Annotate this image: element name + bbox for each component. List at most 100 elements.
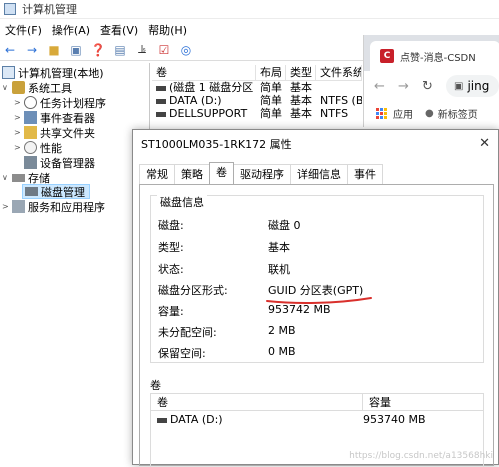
chevron-right-icon[interactable]: > — [14, 128, 24, 137]
shared-folder-icon — [24, 126, 37, 139]
reload-icon[interactable]: ↻ — [422, 79, 440, 94]
chevron-right-icon[interactable]: > — [2, 202, 12, 211]
table-cell: 简单 — [260, 94, 282, 107]
navigation-tree: 计算机管理(本地) ∨ 系统工具 > 任务计划程序 > 事件查看器 > 共享文件… — [0, 63, 150, 465]
disk-management-icon — [25, 187, 38, 196]
clock-icon — [24, 96, 37, 109]
back-icon[interactable]: ← — [374, 79, 392, 94]
tab-driver[interactable]: 驱动程序 — [233, 164, 291, 184]
field-label: 磁盘: — [158, 219, 184, 232]
browser-tab[interactable]: C 点赞-消息-CSDN — [370, 41, 499, 71]
browser-tab-title: 点赞-消息-CSDN — [400, 52, 476, 64]
tree-label: 磁盘管理 — [41, 185, 85, 199]
field-label: 保留空间: — [158, 347, 206, 360]
tree-item-performance[interactable]: > 性能 — [14, 140, 62, 155]
menu-help[interactable]: 帮助(H) — [143, 22, 192, 38]
field-value: 联机 — [268, 263, 290, 276]
table-row[interactable]: DATA (D:) 简单 基本 NTFS (BitL — [152, 94, 362, 107]
tab-events[interactable]: 事件 — [347, 164, 383, 184]
table-cell: DELLSUPPORT — [169, 107, 248, 120]
watermark: https://blog.csdn.net/a13568hki — [349, 451, 493, 461]
drive-icon — [157, 417, 167, 423]
menu-file[interactable]: 文件(F) — [0, 22, 47, 38]
device-manager-icon — [24, 156, 37, 169]
disk-info-group-title: 磁盘信息 — [157, 194, 207, 210]
dialog-tabs: 常规 策略 卷 驱动程序 详细信息 事件 — [139, 162, 383, 184]
browser-tabstrip: C 点赞-消息-CSDN — [364, 35, 499, 71]
drive-icon — [156, 98, 166, 104]
bookmark-apps[interactable]: 应用 — [393, 106, 413, 121]
column-header-volume[interactable]: 卷 — [152, 65, 256, 80]
bookmark-new-tab[interactable]: 新标签页 — [438, 106, 478, 121]
table-cell: 基本 — [290, 94, 312, 107]
field-label: 类型: — [158, 241, 184, 254]
tree-item-root[interactable]: 计算机管理(本地) — [2, 65, 104, 80]
apps-grid-icon — [376, 107, 387, 119]
tree-label: 服务和应用程序 — [28, 200, 105, 214]
forward-arrow-icon[interactable]: → — [24, 42, 40, 58]
menu-view[interactable]: 查看(V) — [95, 22, 143, 38]
tab-volumes[interactable]: 卷 — [209, 162, 234, 184]
tree-label: 计算机管理(本地) — [18, 66, 104, 80]
zoom-icon[interactable]: ◎ — [178, 42, 194, 58]
computer-icon — [2, 66, 15, 79]
chevron-down-icon[interactable]: ∨ — [2, 173, 12, 182]
column-header-filesystem[interactable]: 文件系统 — [316, 65, 362, 80]
tree-item-device-manager[interactable]: 设备管理器 — [24, 155, 95, 170]
tab-general[interactable]: 常规 — [139, 164, 175, 184]
address-bar[interactable]: ▣ jing — [446, 75, 499, 97]
column-header-layout[interactable]: 布局 — [256, 65, 286, 80]
tree-item-shared-folders[interactable]: > 共享文件夹 — [14, 125, 95, 140]
forward-icon[interactable]: → — [398, 79, 416, 94]
window-title: 计算机管理 — [22, 3, 77, 16]
tree-item-event-viewer[interactable]: > 事件查看器 — [14, 110, 95, 125]
close-icon[interactable]: ✕ — [479, 136, 490, 151]
drive-icon — [156, 85, 166, 91]
dialog-titlebar: ST1000LM035-1RK172 属性 ✕ — [133, 130, 498, 158]
check-icon[interactable]: ☑ — [156, 42, 172, 58]
dialog-title: ST1000LM035-1RK172 属性 — [141, 138, 292, 151]
bookmarks-bar: 应用 ● 新标签页 — [364, 101, 499, 125]
field-value: 2 MB — [268, 324, 296, 337]
column-header-volume[interactable]: 卷 — [151, 394, 363, 410]
window-titlebar: 计算机管理 — [0, 0, 499, 19]
field-label: 状态: — [158, 263, 184, 276]
help-icon[interactable]: ❓ — [90, 42, 106, 58]
csdn-favicon-icon: C — [380, 49, 394, 63]
red-annotation-underline — [266, 297, 372, 304]
tree-item-system-tools[interactable]: ∨ 系统工具 — [2, 80, 72, 95]
tree-label: 系统工具 — [28, 81, 72, 95]
show-hide-tree-icon[interactable]: ▣ — [68, 42, 84, 58]
menu-action[interactable]: 操作(A) — [47, 22, 95, 38]
chevron-down-icon[interactable]: ∨ — [2, 83, 12, 92]
table-row[interactable]: (磁盘 1 磁盘分区 1) 简单 基本 — [152, 81, 362, 94]
table-cell — [316, 81, 362, 94]
chevron-right-icon[interactable]: > — [14, 143, 24, 152]
table-cell: NTFS — [320, 107, 349, 120]
properties-icon[interactable]: ▤ — [112, 42, 128, 58]
volumes-section-label: 卷 — [150, 379, 161, 392]
table-cell: NTFS (BitL — [320, 94, 362, 107]
up-folder-icon[interactable]: ■ — [46, 42, 62, 58]
table-row[interactable]: DELLSUPPORT 简单 基本 NTFS — [152, 107, 362, 120]
tree-item-disk-management[interactable]: 磁盘管理 — [22, 184, 90, 199]
volume-table-header: 卷 布局 类型 文件系统 — [152, 65, 362, 81]
table-cell: DATA (D:) — [169, 94, 222, 107]
tree-item-services-apps[interactable]: > 服务和应用程序 — [2, 199, 105, 214]
back-arrow-icon[interactable]: ← — [2, 42, 18, 58]
chevron-right-icon[interactable]: > — [14, 113, 24, 122]
performance-icon — [24, 141, 37, 154]
column-header-capacity[interactable]: 容量 — [363, 394, 483, 410]
list-item[interactable]: DATA (D:) 953740 MB — [151, 411, 483, 428]
tab-details[interactable]: 详细信息 — [290, 164, 348, 184]
chevron-right-icon[interactable]: > — [14, 98, 24, 107]
tree-item-task-scheduler[interactable]: > 任务计划程序 — [14, 95, 106, 110]
tools-icon — [12, 81, 25, 94]
table-cell: (磁盘 1 磁盘分区 1) — [169, 81, 256, 94]
connect-icon[interactable]: ⫡ — [134, 42, 150, 58]
column-header-type[interactable]: 类型 — [286, 65, 316, 80]
tree-label: 设备管理器 — [40, 156, 95, 170]
tab-policy[interactable]: 策略 — [174, 164, 210, 184]
field-label: 容量: — [158, 305, 184, 318]
table-cell: 基本 — [290, 81, 312, 94]
